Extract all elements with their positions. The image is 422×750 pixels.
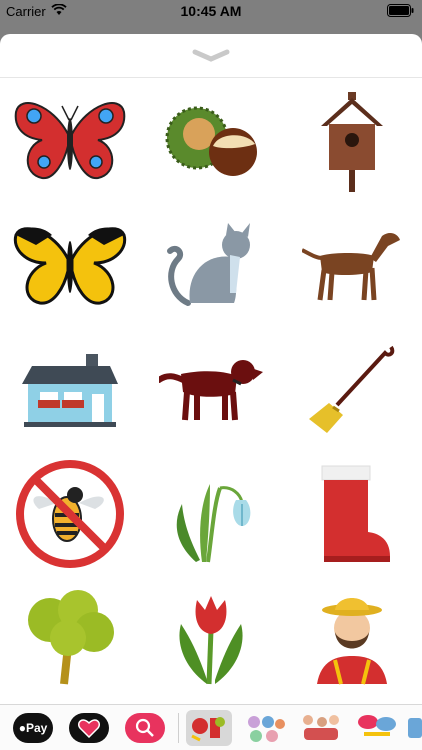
sticker-gray-cat[interactable] bbox=[141, 204, 281, 328]
sticker-tree[interactable] bbox=[0, 576, 140, 700]
sticker-birdhouse[interactable] bbox=[282, 80, 422, 204]
house-icon bbox=[22, 354, 118, 427]
sticker-chestnut[interactable] bbox=[141, 80, 281, 204]
people-stickers-icon bbox=[303, 715, 339, 740]
country-stickers-icon bbox=[191, 717, 225, 742]
people-stickers-app[interactable] bbox=[298, 710, 344, 746]
sticker-brown-dog[interactable] bbox=[282, 204, 422, 328]
heart-app[interactable] bbox=[69, 713, 109, 743]
sticker-tulip[interactable] bbox=[141, 576, 281, 700]
sticker-rubber-boot[interactable] bbox=[282, 452, 422, 576]
farmer-icon bbox=[317, 598, 387, 685]
sheet-divider bbox=[0, 77, 422, 78]
search-icon bbox=[135, 718, 154, 737]
owl-stickers-icon bbox=[248, 716, 285, 742]
apple-pay-label: Pay bbox=[25, 721, 48, 735]
sticker-peacock-butterfly[interactable] bbox=[0, 80, 140, 204]
sticker-setter-dog[interactable] bbox=[141, 328, 281, 452]
cat-icon bbox=[167, 223, 250, 306]
sticker-snowdrop[interactable] bbox=[141, 452, 281, 576]
sticker-grid bbox=[0, 80, 422, 700]
dog-setter-icon bbox=[159, 360, 263, 421]
app-drawer: ● Pay bbox=[0, 704, 422, 750]
snowdrop-icon bbox=[176, 484, 251, 563]
sticker-farmer[interactable] bbox=[282, 576, 422, 700]
status-time: 10:45 AM bbox=[180, 3, 242, 19]
sticker-house[interactable] bbox=[0, 328, 140, 452]
image-search-app[interactable] bbox=[125, 713, 165, 743]
birdhouse-icon bbox=[321, 92, 383, 192]
no-wasp-icon bbox=[16, 460, 124, 568]
tulip-icon bbox=[179, 596, 243, 685]
tree-icon bbox=[28, 590, 114, 685]
speech-stickers-app[interactable] bbox=[354, 710, 400, 746]
speech-stickers-icon bbox=[358, 715, 396, 736]
butterfly-red-icon bbox=[14, 102, 126, 180]
battery-icon bbox=[387, 4, 414, 20]
country-stickers-app[interactable] bbox=[186, 710, 232, 746]
more-stickers-icon bbox=[408, 718, 422, 738]
apple-pay-app[interactable]: ● Pay bbox=[13, 713, 53, 743]
sticker-broom[interactable] bbox=[282, 328, 422, 452]
drawer-divider bbox=[178, 713, 179, 743]
sticker-no-wasp-sign[interactable] bbox=[0, 452, 140, 576]
status-bar: Carrier 10:45 AM bbox=[0, 0, 422, 24]
chestnut-icon bbox=[165, 106, 257, 176]
sticker-yellow-butterfly[interactable] bbox=[0, 204, 140, 328]
chevron-down-icon[interactable] bbox=[191, 46, 231, 66]
sticker-sheet: ● Pay bbox=[0, 34, 422, 750]
butterfly-yellow-icon bbox=[13, 227, 127, 305]
apple-icon: ● bbox=[18, 721, 26, 735]
broom-icon bbox=[309, 345, 395, 433]
more-stickers-app[interactable] bbox=[406, 710, 422, 746]
heart-icon bbox=[78, 719, 100, 738]
dog-brown-icon bbox=[302, 233, 400, 301]
owl-stickers-app[interactable] bbox=[242, 710, 288, 746]
boot-icon bbox=[321, 465, 390, 562]
